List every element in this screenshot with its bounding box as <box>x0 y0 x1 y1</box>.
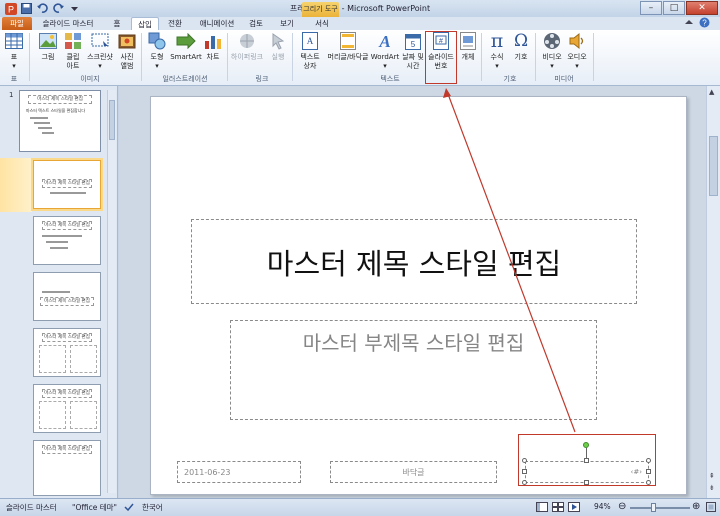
normal-view-button[interactable] <box>536 502 548 514</box>
zoom-level[interactable]: 94% <box>594 502 611 511</box>
slideshow-icon <box>568 502 580 512</box>
normal-view-icon <box>536 502 548 512</box>
scrollbar-thumb[interactable] <box>709 136 718 196</box>
annotation-arrow <box>443 88 576 433</box>
status-view-mode: 슬라이드 마스터 <box>6 503 57 512</box>
status-language[interactable]: 한국어 <box>142 502 163 513</box>
arrow-line <box>447 93 576 433</box>
status-bar: 슬라이드 마스터 "Office 테마" 한국어 94% ⊖ ⊕ <box>0 498 720 516</box>
next-slide-icon[interactable]: ⇟ <box>709 484 715 492</box>
proofing-icon[interactable] <box>124 502 134 514</box>
arrow-head <box>443 88 451 98</box>
slideshow-button[interactable] <box>568 502 580 514</box>
scroll-up-icon[interactable]: ▲ <box>709 88 714 96</box>
slide-sorter-button[interactable] <box>552 502 564 514</box>
previous-slide-icon[interactable]: ⇞ <box>709 472 715 480</box>
slide-sorter-icon <box>552 502 564 512</box>
canvas-scrollbar[interactable]: ▲ ⇞ ⇟ <box>706 86 720 498</box>
zoom-slider-knob[interactable] <box>651 503 656 512</box>
zoom-out-icon[interactable]: ⊖ <box>618 501 626 512</box>
fit-window-icon <box>706 502 716 512</box>
status-theme[interactable]: "Office 테마" <box>72 502 117 513</box>
zoom-in-icon[interactable]: ⊕ <box>692 501 700 512</box>
fit-to-window-button[interactable] <box>706 502 716 514</box>
zoom-slider[interactable] <box>630 507 690 509</box>
